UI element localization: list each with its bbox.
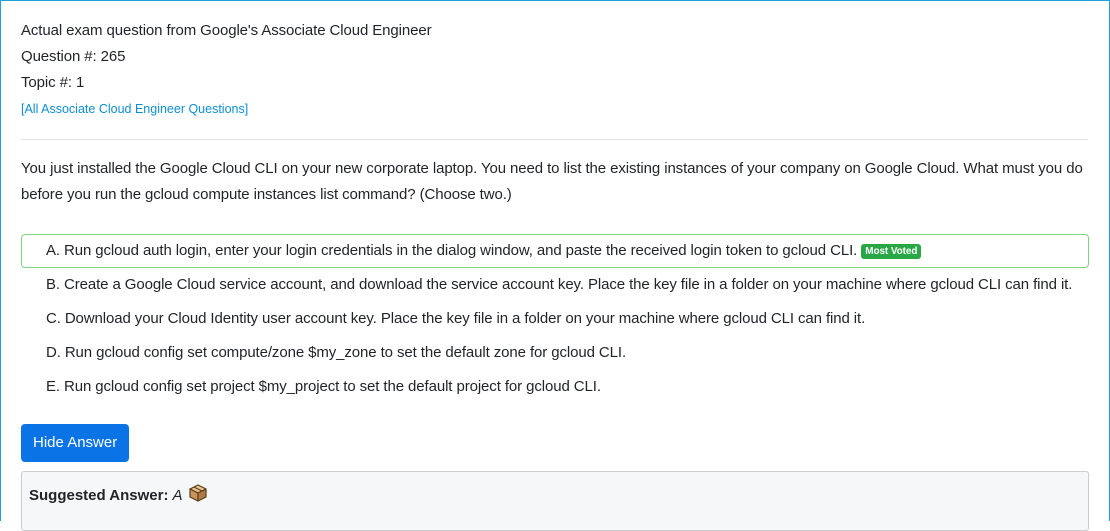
choice-c[interactable]: C. Download your Cloud Identity user acco… (21, 302, 1089, 336)
choice-letter: C. (46, 310, 61, 327)
topic-number: Topic #: 1 (21, 74, 85, 91)
question-number: Question #: 265 (21, 48, 126, 65)
package-box-icon (188, 483, 208, 507)
hide-answer-button[interactable]: Hide Answer (21, 424, 130, 462)
divider (21, 139, 1088, 140)
choice-letter: A. (46, 242, 60, 259)
suggested-answer-label: Suggested Answer: (29, 487, 169, 504)
choice-text: Create a Google Cloud service account, a… (63, 276, 1073, 293)
most-voted-badge: Most Voted (861, 244, 922, 259)
choice-e[interactable]: E. Run gcloud config set project $my_proj… (21, 370, 1089, 404)
exam-title: Actual exam question from Google's Assoc… (21, 22, 432, 39)
all-questions-link[interactable]: [All Associate Cloud Engineer Questions] (21, 102, 248, 116)
suggested-answer-value: A (172, 487, 183, 504)
suggested-answer-panel: Suggested Answer: A (21, 471, 1089, 531)
question-text: You just installed the Google Cloud CLI … (21, 160, 1083, 203)
choice-text: Run gcloud auth login, enter your login … (63, 242, 858, 259)
choice-d[interactable]: D. Run gcloud config set compute/zone $my… (21, 336, 1089, 370)
choice-letter: D. (46, 344, 61, 361)
choice-text: Run gcloud config set project $my_projec… (63, 378, 601, 395)
choice-a[interactable]: A. Run gcloud auth login, enter your logi… (21, 234, 1089, 268)
choice-letter: E. (46, 378, 60, 395)
choice-letter: B. (46, 276, 60, 293)
choice-text: Run gcloud config set compute/zone $my_z… (64, 344, 627, 361)
choice-text: Download your Cloud Identity user accoun… (64, 310, 866, 327)
choice-b[interactable]: B. Create a Google Cloud service account,… (21, 268, 1089, 302)
